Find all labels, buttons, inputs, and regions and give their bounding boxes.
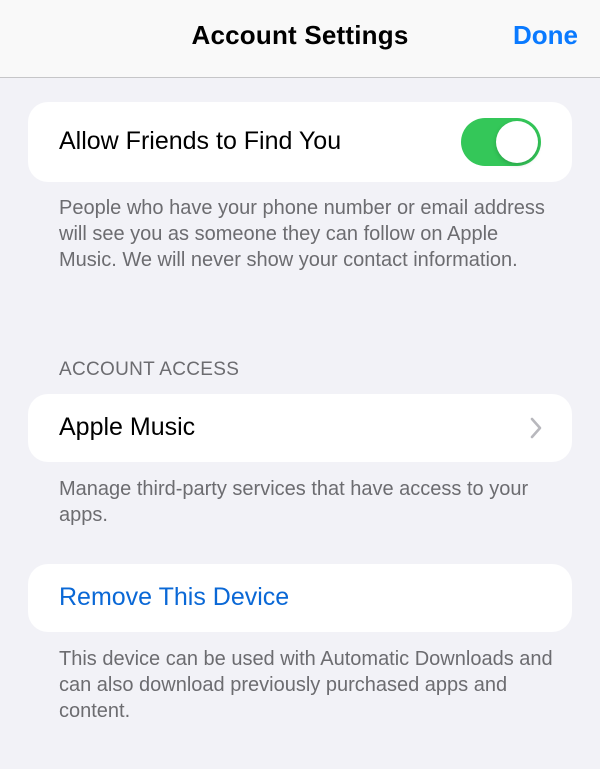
account-access-header: ACCOUNT ACCESS: [59, 359, 240, 380]
apple-music-label: Apple Music: [59, 413, 196, 441]
remove-device-footer: This device can be used with Automatic D…: [59, 648, 553, 722]
remove-device-button[interactable]: Remove This Device: [28, 564, 572, 632]
done-button[interactable]: Done: [513, 20, 578, 51]
allow-friends-footer: People who have your phone number or ema…: [59, 197, 545, 271]
allow-friends-row: Allow Friends to Find You: [28, 102, 572, 182]
remove-device-label: Remove This Device: [59, 583, 290, 611]
navigation-bar: Account Settings Done: [0, 0, 600, 78]
toggle-knob: [496, 121, 538, 163]
allow-friends-toggle[interactable]: [461, 118, 541, 166]
page-title: Account Settings: [191, 20, 409, 50]
chevron-right-icon: [530, 417, 542, 439]
allow-friends-label: Allow Friends to Find You: [59, 127, 342, 155]
apple-music-row[interactable]: Apple Music: [28, 394, 572, 462]
account-access-footer: Manage third-party services that have ac…: [59, 478, 529, 526]
